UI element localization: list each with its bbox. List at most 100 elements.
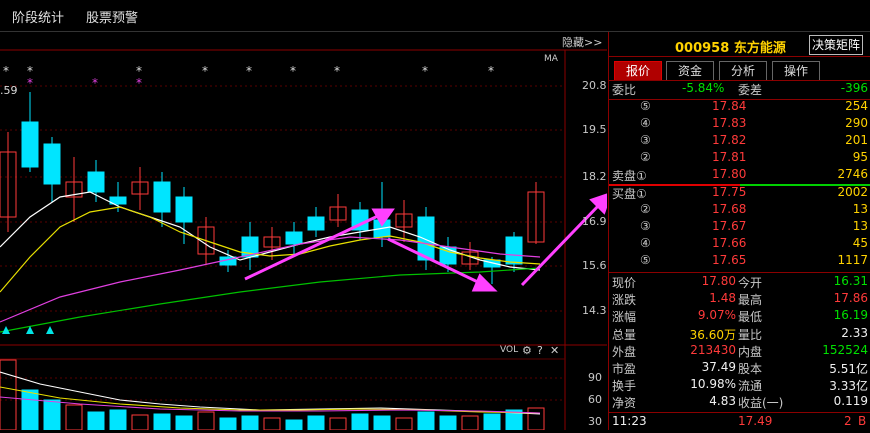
buy-level-row: ③ 17.67 13 (612, 219, 868, 236)
level-volume: 2002 (837, 185, 868, 199)
price-tick-label: 15.6 (582, 259, 607, 272)
tab-operation[interactable]: 操作 (772, 61, 820, 81)
tick-row: 11:23 17.49 2 B (612, 414, 867, 428)
stock-alert-button[interactable]: 股票预警 (86, 7, 138, 26)
tab-quote[interactable]: 报价 (614, 61, 662, 81)
svg-text:*: * (334, 64, 340, 78)
volume-tick-label: 90 (588, 371, 602, 384)
stat-label: 最高 (738, 293, 763, 308)
stat-label: 今开 (738, 276, 763, 290)
ma-label: MA (544, 54, 558, 64)
stat-value: 152524 (822, 342, 868, 357)
kline-chart[interactable]: * * * * ** * * * * * * (0, 32, 613, 431)
stat-label: 涨跌 (612, 293, 637, 308)
sell-level-row: ③ 17.82 201 (612, 133, 868, 150)
volume-tick-label: 30 (588, 415, 602, 428)
svg-text:*: * (92, 76, 98, 90)
vol-label: VOL (500, 345, 519, 355)
hide-panel-button[interactable]: 隐藏>> (562, 34, 602, 50)
sell-level-row: ② 17.81 95 (612, 150, 868, 167)
stat-row: 换手 10.98% 流通 3.33亿 (612, 377, 868, 394)
price-tick-label: 19.5 (582, 123, 607, 136)
volume-bar (351, 413, 369, 431)
stat-value: 213430 (690, 342, 736, 357)
decision-matrix-button[interactable]: 决策矩阵 (809, 35, 863, 55)
svg-text:*: * (488, 64, 494, 78)
tab-funds[interactable]: 资金 (666, 61, 714, 81)
buy-level-row: ⑤ 17.65 1117 (612, 253, 868, 270)
stock-name: 东方能源 (733, 41, 786, 56)
level-price: 17.81 (712, 150, 747, 164)
stat-label: 涨幅 (612, 310, 637, 325)
volume-bar (439, 415, 457, 431)
level-label: ④ (640, 236, 651, 250)
level-label: ⑤ (640, 99, 651, 113)
level-label: ③ (640, 133, 651, 147)
kline-chart-area[interactable]: * * * * * * * * * * * * 20.8 19.5 18.2 16.9 15.6 14… (0, 32, 613, 431)
volume-bar (285, 419, 303, 431)
tab-analysis[interactable]: 分析 (719, 61, 767, 81)
stat-row: 涨跌 1.48 最高 17.86 (612, 291, 868, 308)
candle (307, 216, 325, 231)
stat-value: 17.86 (833, 291, 868, 306)
level-price: 17.66 (712, 236, 747, 250)
stat-value: 37.49 (701, 360, 736, 374)
level-volume: 2746 (837, 167, 868, 181)
level-label: ② (640, 150, 651, 164)
candle (505, 236, 523, 265)
stage-stats-button[interactable]: 阶段统计 (12, 7, 64, 26)
level-price: 17.82 (712, 133, 747, 147)
stat-label: 外盘 (612, 344, 637, 359)
stat-row: 涨幅 9.07% 最低 16.19 (612, 308, 868, 325)
stat-value: 1.48 (709, 291, 736, 306)
candle (175, 196, 193, 223)
stat-value: 16.19 (833, 308, 868, 323)
weicha-value: -396 (840, 81, 868, 95)
stat-row: 外盘 213430 内盘 152524 (612, 343, 868, 360)
stat-row: 现价 17.80 今开 16.31 (612, 274, 868, 291)
stat-label: 总量 (612, 327, 637, 342)
svg-text:*: * (422, 64, 428, 78)
stat-value: 17.80 (701, 274, 736, 288)
toolbar: 阶段统计 股票预警 (0, 0, 870, 32)
svg-text:*: * (202, 64, 208, 78)
volume-bar (417, 411, 435, 431)
volume-bar (43, 399, 61, 431)
level-label: ⑤ (640, 253, 651, 267)
level-label: 买盘① (612, 187, 647, 201)
gear-icon[interactable]: ⚙ (522, 344, 532, 357)
volume-bar (373, 415, 391, 431)
sell-level-row: ⑤ 17.84 254 (612, 99, 868, 116)
close-icon[interactable]: ✕ (550, 344, 559, 357)
stat-value: 5.51亿 (829, 362, 868, 376)
svg-text:*: * (290, 64, 296, 78)
help-icon[interactable]: ? (537, 344, 543, 357)
volume-bar (219, 417, 237, 431)
stat-label: 最低 (738, 310, 763, 325)
volume-bar (87, 411, 105, 431)
level-volume: 95 (852, 150, 868, 164)
price-tick-label: 16.9 (582, 215, 607, 228)
svg-text:*: * (136, 76, 142, 90)
level-price: 17.83 (712, 116, 747, 130)
stat-value: 36.60万 (689, 327, 736, 342)
candle (21, 121, 39, 168)
volume-bar (307, 415, 325, 431)
candle (153, 181, 171, 213)
stat-label: 股本 (738, 362, 763, 376)
volume-tick-label: 60 (588, 393, 602, 406)
price-marker: .59 (0, 84, 18, 97)
volume-bar (241, 415, 259, 431)
stat-label: 内盘 (738, 344, 763, 359)
stat-label: 现价 (612, 276, 637, 290)
sell-level-row: ④ 17.83 290 (612, 116, 868, 133)
svg-text:*: * (27, 76, 33, 90)
candle (87, 171, 105, 193)
volume-bar (109, 409, 127, 431)
stat-label: 换手 (612, 379, 637, 394)
stat-row: 净资 4.83 收益(一) 0.119 (612, 394, 868, 411)
level-volume: 1117 (837, 253, 868, 267)
level-volume: 290 (845, 116, 868, 130)
volume-bar (153, 413, 171, 431)
svg-text:*: * (3, 64, 9, 78)
